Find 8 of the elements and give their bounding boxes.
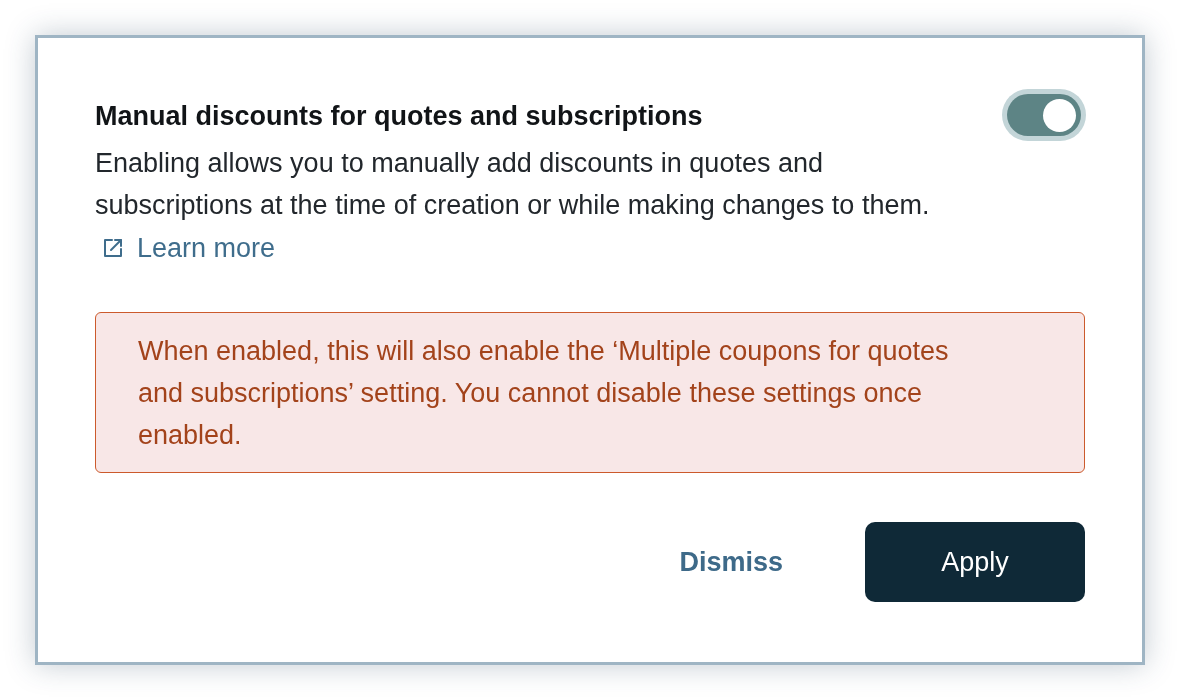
- description-text: Enabling allows you to manually add discounts in quotes and subscriptions at the time of creation or while making changes to them.: [95, 147, 931, 222]
- dismiss-button[interactable]: Dismiss: [655, 522, 807, 602]
- learn-more-link[interactable]: Learn more: [95, 229, 276, 267]
- external-link-icon: [103, 238, 123, 258]
- dialog-title: Manual discounts for quotes and subscriptions: [95, 100, 703, 133]
- toggle-knob: [1043, 98, 1076, 132]
- warning-message: When enabled, this will also enable the ‘Multiple coupons for quotes and subscriptions’ setting. You cannot disable these settings once enabled.: [95, 312, 1085, 473]
- apply-button[interactable]: Apply: [865, 522, 1085, 602]
